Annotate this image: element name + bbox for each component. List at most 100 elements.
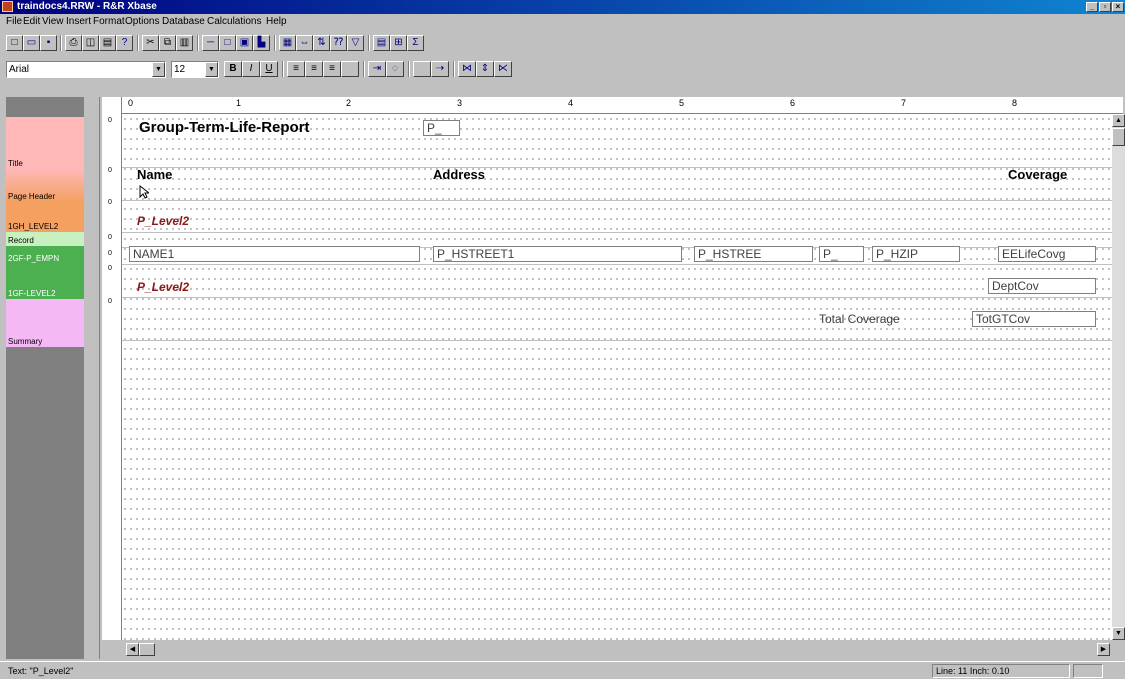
underline-button[interactable]: U [260,61,278,77]
field-eelifecovg[interactable]: EELifeCovg [998,246,1096,262]
ruler-number: 8 [1012,98,1018,108]
field-hstreet1[interactable]: P_HSTREET1 [433,246,682,262]
toolbar-separator [282,61,284,77]
app-icon[interactable] [2,1,13,12]
band-title[interactable]: Title [6,117,84,169]
scroll-right-icon[interactable]: ▶ [1097,643,1110,656]
bold-button[interactable]: B [224,61,242,77]
band-label: 2GF-P_EMPN [8,254,60,263]
print-preview-icon[interactable]: ◫ [82,35,99,51]
sum-icon[interactable]: Σ [407,35,424,51]
band-label: 1GH_LEVEL2 [8,222,59,231]
field-hstreet2[interactable]: P_HSTREE [694,246,813,262]
link-icon[interactable]: ⇔ [296,35,313,51]
align-objects-icon[interactable]: ⋉ [494,61,512,77]
total-coverage-label[interactable]: Total Coverage [819,312,900,326]
menu-calculations[interactable]: Calculations [207,16,261,27]
ruler-tick: 0 [108,199,112,206]
menu-insert[interactable]: Insert [66,16,91,27]
open-icon[interactable]: ▭ [23,35,40,51]
vertical-ruler: 0 0 0 0 0 0 0 [102,97,122,640]
query-icon[interactable]: ⁇ [330,35,347,51]
paste-icon[interactable]: ▥ [176,35,193,51]
group-footer-level2[interactable]: P_Level2 [137,280,189,294]
box-icon[interactable]: □ [219,35,236,51]
menu-view[interactable]: View [42,16,64,27]
filter-icon[interactable]: ▽ [347,35,364,51]
field-name1[interactable]: NAME1 [129,246,420,262]
align-right-icon[interactable]: ≡ [323,61,341,77]
ruler-number: 3 [457,98,463,108]
font-size: 12 [174,64,186,75]
status-position: Line: 11 Inch: 0.10 [932,664,1070,678]
page-setup-icon[interactable]: ▤ [99,35,116,51]
band-record[interactable]: Record [6,232,84,246]
field-list-icon[interactable]: ⊞ [390,35,407,51]
space-horizontal-icon[interactable]: ⋈ [458,61,476,77]
table-icon[interactable]: ▦ [279,35,296,51]
picture-icon[interactable]: ▣ [236,35,253,51]
band-summary[interactable]: Summary [6,299,84,347]
column-header-name[interactable]: Name [137,167,172,182]
space-vertical-icon[interactable]: ⇕ [476,61,494,77]
scroll-thumb[interactable] [139,643,155,656]
title-field[interactable]: P_ [423,120,460,136]
chevron-down-icon[interactable]: ▼ [152,62,165,77]
column-header-address[interactable]: Address [433,167,485,182]
save-icon[interactable]: ▪ [40,35,57,51]
align-center-icon[interactable]: ≡ [305,61,323,77]
new-icon[interactable]: □ [6,35,23,51]
column-header-coverage[interactable]: Coverage [1008,167,1067,182]
group-header-level2[interactable]: P_Level2 [137,214,189,228]
menu-file[interactable]: File [6,16,22,27]
menu-help[interactable]: Help [266,16,287,27]
align-left-icon[interactable]: ≡ [287,61,305,77]
justify-icon[interactable] [341,61,359,77]
toolbar-separator [274,35,276,51]
print-icon[interactable]: ⎙ [65,35,82,51]
field-state[interactable]: P_ [819,246,864,262]
scroll-down-icon[interactable]: ▼ [1112,627,1125,640]
border-icon[interactable]: ◌ [386,61,404,77]
status-text: Text: "P_Level2" [8,666,74,676]
field-hzip[interactable]: P_HZIP [872,246,960,262]
horizontal-scrollbar[interactable]: ◀ ▶ [122,640,1112,659]
field-totgtcov[interactable]: TotGTCov [972,311,1096,327]
blank-icon[interactable] [413,61,431,77]
ruler-number: 4 [568,98,574,108]
chart-icon[interactable]: ▙ [253,35,270,51]
tab-stop-icon[interactable]: ⇢ [431,61,449,77]
chevron-down-icon[interactable]: ▼ [205,62,218,77]
toolbar-separator [60,35,62,51]
copy-icon[interactable]: ⧉ [159,35,176,51]
menu-edit[interactable]: Edit [23,16,40,27]
menu-options[interactable]: Options [125,16,159,27]
sort-icon[interactable]: ⇅ [313,35,330,51]
font-combo[interactable]: Arial [6,61,166,78]
minimize-button[interactable]: _ [1086,2,1098,12]
band-group-footer-empn[interactable]: 2GF-P_EMPN [6,246,84,264]
report-title[interactable]: Group-Term-Life-Report [139,119,310,136]
menu-database[interactable]: Database [162,16,205,27]
scroll-thumb[interactable] [1112,128,1125,146]
vertical-scrollbar[interactable]: ▲ ▼ [1112,114,1125,640]
line-icon[interactable]: ─ [202,35,219,51]
band-group-header[interactable]: 1GH_LEVEL2 [6,202,84,232]
band-group-footer-level2[interactable]: 1GF-LEVEL2 [6,264,84,299]
title-bar: traindocs4.RRW - R&R Xbase _ ▫ × [0,0,1125,14]
report-canvas[interactable]: Group-Term-Life-Report P_ Name Address C… [122,114,1112,640]
italic-button[interactable]: I [242,61,260,77]
menu-format[interactable]: Format [93,16,125,27]
maximize-button[interactable]: ▫ [1099,2,1111,12]
field-deptcov[interactable]: DeptCov [988,278,1096,294]
scroll-up-icon[interactable]: ▲ [1112,114,1125,127]
help-icon[interactable]: ? [116,35,133,51]
close-button[interactable]: × [1112,2,1124,12]
field-icon[interactable]: ▤ [373,35,390,51]
scroll-left-icon[interactable]: ◀ [126,643,139,656]
cut-icon[interactable]: ✂ [142,35,159,51]
indent-icon[interactable]: ⇥ [368,61,386,77]
ruler-number: 1 [236,98,242,108]
band-page-header[interactable]: Page Header [6,169,84,202]
ruler-number: 0 [128,98,134,108]
